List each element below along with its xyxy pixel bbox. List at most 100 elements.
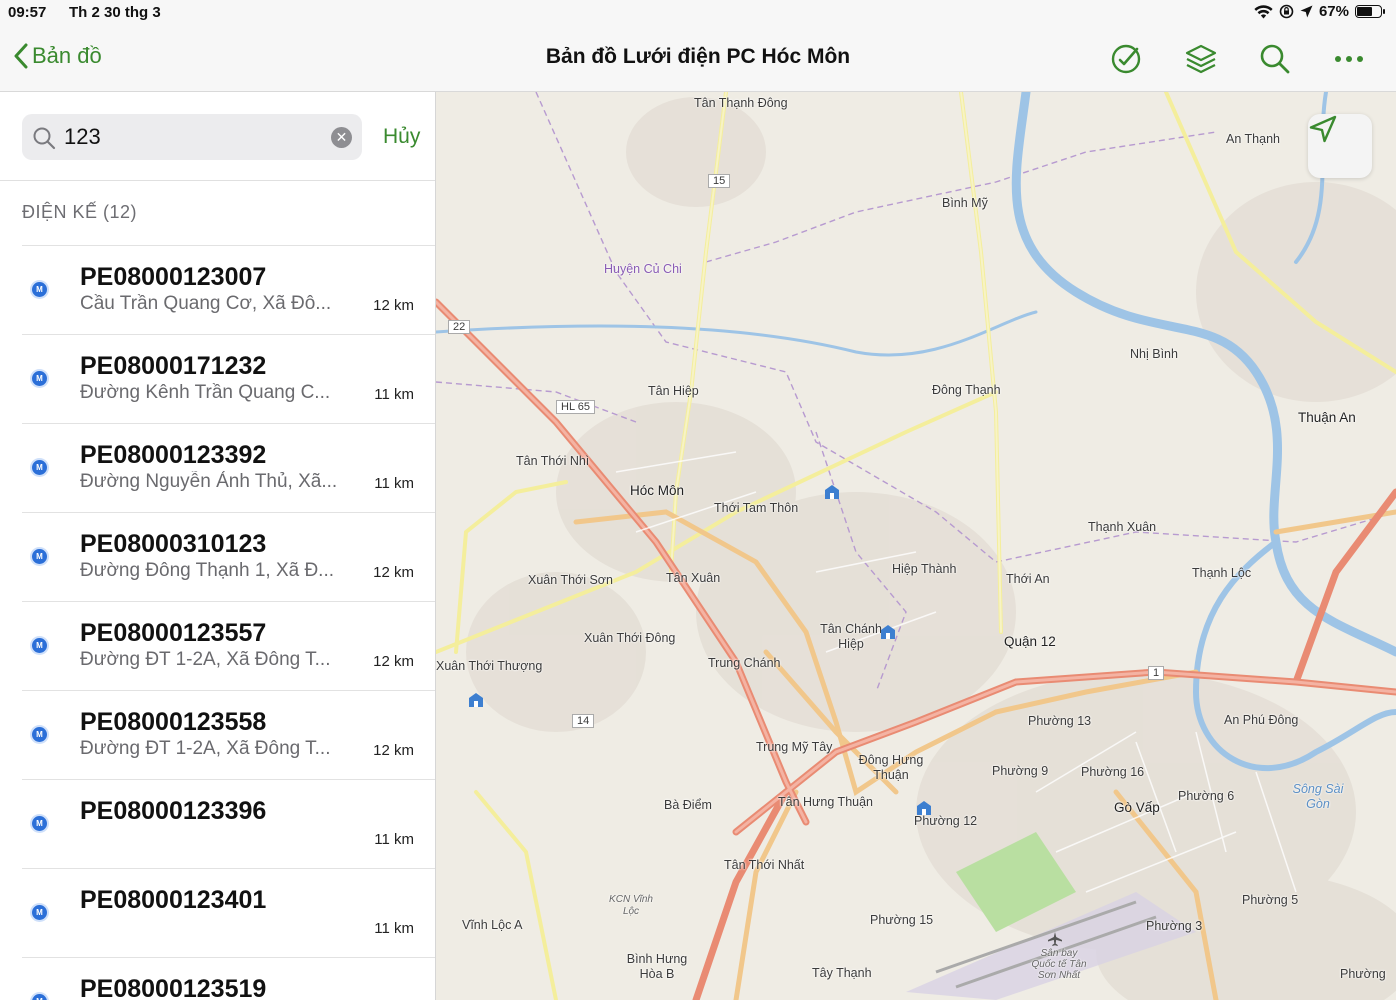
battery-percent: 67% [1318,3,1349,20]
list-item[interactable]: M PE08000123392 Đường Nguyễn Ảnh Thủ, Xã..… [22,423,435,512]
map-label: Hiệp Thành [892,562,957,576]
meter-marker-icon: M [32,816,47,831]
wifi-icon [1254,4,1273,18]
meter-distance: 11 km [374,475,414,492]
meter-code: PE08000123558 [80,708,267,736]
list-item[interactable]: M PE08000123557 Đường ĐT 1-2A, Xã Đông T..… [22,601,435,690]
map-label: Phường 5 [1242,893,1299,907]
meter-address: Đường Kênh Trần Quang C... [80,382,331,403]
poi-building-icon[interactable] [468,692,484,708]
map-label: Đông Hưng Thuận [858,753,924,782]
meter-address: Đường ĐT 1-2A, Xã Đông T... [80,738,331,759]
section-header: ĐIỆN KẾ (12) [22,202,138,222]
meter-marker-icon: M [32,460,47,475]
status-indicators: 67% [1254,3,1385,20]
map-label: An Phú Đông [1224,713,1299,727]
status-bar: 09:57 Th 2 30 thg 3 67% [0,0,1396,26]
meter-marker-icon: M [32,994,47,1000]
map-label: An Thạnh [1226,132,1280,146]
list-item[interactable]: M PE08000171232 Đường Kênh Trần Quang C...… [22,334,435,423]
battery-level [1357,7,1373,16]
meter-distance: 11 km [374,831,414,848]
layers-button[interactable] [1180,38,1222,80]
meter-distance: 11 km [374,386,414,403]
map-label: Thuận An [1298,410,1356,425]
map-label: Tân Thạnh Đông [694,96,788,110]
map-label: Tân Hiệp [648,384,699,398]
map-label: Đông Thạnh [932,383,1001,397]
map-label: Xuân Thới Đông [584,631,676,645]
map-label: Hóc Môn [630,483,685,498]
road-shield: 1 [1148,666,1165,680]
results-list: M PE08000123007 Cầu Trần Quang Cơ, Xã Đô..… [0,245,435,1000]
meter-marker-icon: M [32,282,47,297]
list-item[interactable]: M PE08000123401 11 km [22,868,435,957]
list-item[interactable]: M PE08000123396 11 km [22,779,435,868]
list-item[interactable]: M PE08000310123 Đường Đông Thạnh 1, Xã Đ..… [22,512,435,601]
meter-address: Đường Nguyễn Ảnh Thủ, Xã... [80,471,338,492]
search-results-panel: ✕ Hủy ĐIỆN KẾ (12) M PE08000123007Cầu Trầ… [0,92,436,1000]
search-input[interactable] [64,122,334,152]
map-label: Nhị Bình [1130,347,1178,361]
map-label: Thạnh Xuân [1088,520,1157,534]
more-button[interactable] [1328,38,1370,80]
map-label: Trung Mỹ Tây [756,740,833,754]
map-label: Quận 12 [1004,634,1056,649]
map-view[interactable]: Tân Thạnh Đông An Thạnh Bình Mỹ Huyện Củ… [436,92,1396,1000]
road-shield: HL 65 [556,400,595,414]
map-label: Tân Thới Nhất [724,858,805,872]
meter-code: PE08000123519 [80,975,267,1000]
status-time: 09:57 [8,4,47,21]
map-label: Tân Chánh Hiệp [820,622,882,651]
more-icon [1335,56,1363,62]
map-label: Tân Hưng Thuận [778,795,874,809]
divider [0,180,435,181]
poi-building-icon[interactable] [880,624,896,640]
map-label: Vĩnh Lộc A [462,918,523,932]
map-label: Tân Thới Nhì [516,454,590,468]
meter-code: PE08000123401 [80,886,267,914]
locate-me-button[interactable] [1308,114,1372,178]
meter-distance: 12 km [373,564,414,581]
cancel-button[interactable]: Hủy [383,125,420,149]
map-label: Bà Điểm [664,798,712,812]
edit-check-button[interactable] [1106,38,1148,80]
map-label: Bình Mỹ [942,196,988,210]
map-label: Phường [1340,967,1386,981]
meter-code: PE08000123007 [80,263,267,291]
map-label: Huyện Củ Chi [604,262,682,276]
road-shield: 22 [448,320,471,334]
airport-icon [1048,932,1062,946]
map-label: Phường 15 [870,913,934,927]
meter-marker-icon: M [32,727,47,742]
meter-marker-icon: M [32,638,47,653]
map-label: Sông Sài Gòn [1292,782,1344,811]
map-label: Trung Chánh [708,656,781,670]
list-item[interactable]: M PE08000123519 [22,957,435,1000]
poi-building-icon[interactable] [824,484,840,500]
status-date: Th 2 30 thg 3 [69,4,161,21]
map-label: Phường 6 [1178,789,1235,803]
map-label: Phường 9 [992,764,1049,778]
location-arrow-icon [1300,5,1313,18]
list-item[interactable]: M PE08000123007 Cầu Trần Quang Cơ, Xã Đô..… [22,245,435,334]
meter-address: Đường Đông Thạnh 1, Xã Đ... [80,560,335,581]
search-icon [1260,44,1290,74]
meter-address: Đường ĐT 1-2A, Xã Đông T... [80,649,331,670]
poi-building-icon[interactable] [916,800,932,816]
meter-marker-icon: M [32,549,47,564]
meter-code: PE08000123557 [80,619,267,647]
navigation-bar: Bản đồ Bản đồ Lưới điện PC Hóc Môn [0,26,1396,92]
road-shield: 15 [708,174,731,188]
search-button[interactable] [1254,38,1296,80]
search-bar[interactable]: ✕ [22,114,362,160]
list-item[interactable]: M PE08000123558 Đường ĐT 1-2A, Xã Đông T..… [22,690,435,779]
meter-address: Cầu Trần Quang Cơ, Xã Đô... [80,293,332,314]
map-label: Bình Hưng Hòa B [626,952,688,981]
nav-actions [1106,38,1370,80]
meter-distance: 11 km [374,920,414,937]
map-label: Phường 12 [914,814,978,828]
navigation-arrow-icon [1309,115,1337,143]
map-label: Phường 3 [1146,919,1203,933]
clear-search-button[interactable]: ✕ [331,127,352,148]
